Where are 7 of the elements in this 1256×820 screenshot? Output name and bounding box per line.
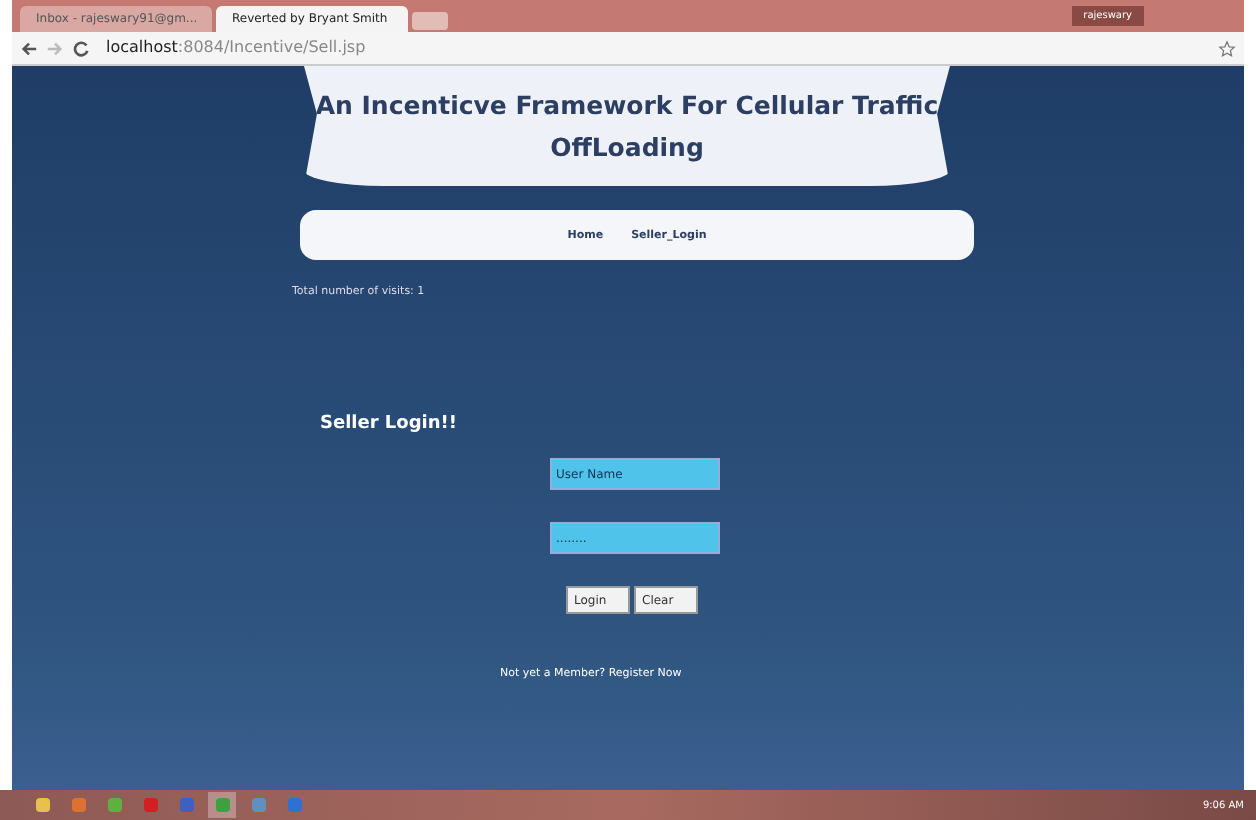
star-icon[interactable] — [1218, 39, 1236, 57]
reload-icon[interactable] — [72, 39, 90, 57]
new-tab-button[interactable] — [412, 12, 448, 30]
back-icon[interactable] — [20, 39, 38, 57]
page-title: An Incenticve Framework For Cellular Traffic OffLoading — [313, 88, 941, 166]
forward-icon[interactable] — [46, 39, 64, 57]
login-heading: Seller Login!! — [320, 414, 459, 434]
